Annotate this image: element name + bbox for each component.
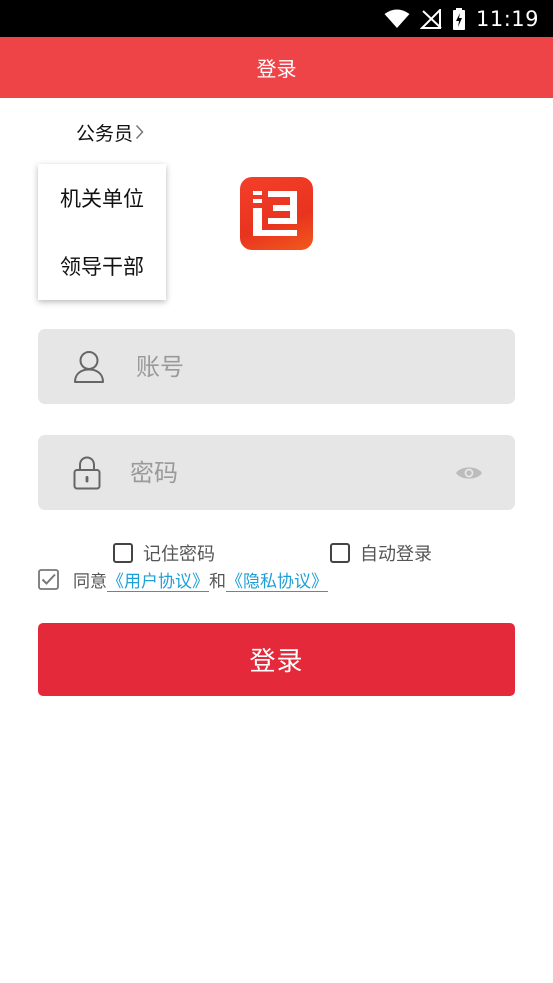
privacy-policy-link[interactable]: 《隐私协议》 xyxy=(226,567,328,592)
remember-password-option[interactable]: 记住密码 xyxy=(113,541,215,565)
dropdown-item-organization[interactable]: 机关单位 xyxy=(38,164,166,232)
app-logo-icon xyxy=(240,177,313,250)
chevron-right-icon xyxy=(135,124,144,140)
battery-charging-icon xyxy=(452,7,465,30)
login-button[interactable]: 登录 xyxy=(38,623,515,696)
app-header: 登录 xyxy=(0,37,553,98)
lock-icon xyxy=(73,435,101,510)
remember-password-checkbox[interactable] xyxy=(113,543,133,563)
role-selector[interactable]: 公务员 xyxy=(76,119,144,145)
agreement-prefix: 同意 xyxy=(73,571,107,592)
login-button-label: 登录 xyxy=(249,646,304,676)
status-bar: 11:19 xyxy=(0,0,553,37)
remember-password-label: 记住密码 xyxy=(143,544,215,565)
agreement-row: 同意 《用户协议》 和 《隐私协议》 xyxy=(38,567,328,592)
dropdown-item-leader[interactable]: 领导干部 xyxy=(38,232,166,300)
password-input[interactable] xyxy=(130,435,450,510)
agreement-connector: 和 xyxy=(209,571,226,592)
page-title: 登录 xyxy=(256,57,297,81)
password-field[interactable] xyxy=(38,435,515,510)
auto-login-label: 自动登录 xyxy=(360,544,432,565)
auto-login-checkbox[interactable] xyxy=(330,543,350,563)
eye-icon[interactable] xyxy=(455,435,483,510)
user-agreement-link[interactable]: 《用户协议》 xyxy=(107,567,209,592)
no-signal-icon xyxy=(419,8,442,29)
role-selector-label: 公务员 xyxy=(76,122,134,145)
account-input[interactable] xyxy=(136,329,496,404)
status-time: 11:19 xyxy=(475,6,539,31)
user-icon xyxy=(73,329,105,404)
agreement-checkbox[interactable] xyxy=(38,568,59,590)
role-dropdown: 机关单位 领导干部 xyxy=(38,164,166,300)
auto-login-option[interactable]: 自动登录 xyxy=(330,541,432,565)
wifi-icon xyxy=(384,9,410,28)
status-icons: 11:19 xyxy=(384,0,539,37)
account-field[interactable] xyxy=(38,329,515,404)
